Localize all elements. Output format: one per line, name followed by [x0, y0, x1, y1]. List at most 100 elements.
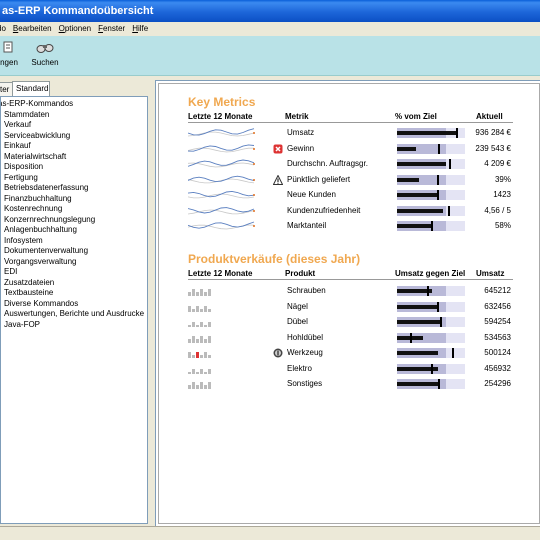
tree-item[interactable]: Anlagenbuchhaltung — [4, 225, 77, 235]
metric-current-value: 1423 — [493, 190, 511, 199]
sparkline — [188, 190, 255, 199]
tree-item[interactable]: Finanzbuchhaltung — [4, 194, 72, 204]
tab-standard[interactable]: Standard — [12, 81, 50, 96]
tree-item[interactable]: Textbausteine — [4, 288, 53, 298]
tree-item[interactable]: Betriebsdatenerfassung — [4, 183, 89, 193]
bullet-value-bar — [397, 162, 446, 166]
tree-item[interactable]: Konzernrechnungslegung — [4, 215, 95, 225]
tree-item[interactable]: Diverse Kommandos — [4, 299, 78, 309]
tree-item[interactable]: Auswertungen, Berichte und Ausdrucke — [4, 309, 144, 319]
tree-item[interactable]: EDI — [4, 267, 17, 277]
sparkline — [188, 175, 255, 183]
sparkline — [188, 128, 255, 137]
bullet-value-bar — [397, 146, 417, 151]
tree-item[interactable]: Infosystem — [4, 236, 43, 246]
search-button[interactable]: Suchen — [30, 40, 60, 67]
bullet-value-bar — [397, 193, 440, 197]
product-sales-value: 500124 — [484, 348, 511, 357]
product-name: Werkzeug — [287, 348, 323, 357]
menu-item-3[interactable]: Fenster — [98, 22, 125, 36]
bullet-target-marker — [440, 317, 443, 327]
menu-item-0[interactable]: do — [0, 22, 6, 36]
tree-item[interactable]: Kostenrechnung — [4, 204, 62, 214]
bullet-target-marker — [438, 143, 441, 154]
metric-current-value: 4 209 € — [484, 159, 511, 168]
toolbar-button-1[interactable]: ngen — [0, 40, 22, 67]
product-name: Dübel — [287, 317, 308, 326]
warning-icon — [273, 174, 283, 185]
bullet-target-marker — [449, 159, 452, 169]
filter-icon — [3, 41, 13, 53]
metric-name: Gewinn — [287, 143, 315, 153]
product-sales-value: 632456 — [484, 301, 511, 311]
tree-item[interactable]: Stammdaten — [4, 110, 49, 120]
info-icon — [273, 348, 283, 358]
toolbar-button-1-label: ngen — [0, 58, 18, 67]
bullet-value-bar — [397, 304, 438, 309]
tree-item[interactable]: Fertigung — [4, 173, 38, 183]
metric-current-value: 39% — [494, 174, 511, 184]
km-header-metric: Metrik — [285, 112, 309, 121]
product-sales-value: 534563 — [484, 332, 511, 342]
window-title-bar[interactable]: as-ERP Kommandoübersicht — [0, 0, 540, 22]
km-header-divider — [188, 122, 513, 123]
bullet-value-bar — [397, 351, 438, 355]
bullet-target-marker — [410, 332, 413, 343]
menu-item-4[interactable]: Hilfe — [132, 22, 148, 36]
bullet-target-marker — [436, 190, 439, 200]
bullet-target-marker — [438, 379, 441, 389]
tree-root[interactable]: as-ERP-Kommandos — [1, 99, 73, 109]
km-header-trend: Letzte 12 Monate — [188, 112, 253, 121]
product-sales-value: 594254 — [484, 317, 511, 326]
key-metrics-title: Key Metrics — [188, 95, 256, 109]
bullet-target-marker — [436, 174, 439, 185]
bullet-value-bar — [397, 382, 438, 386]
bullet-target-marker — [447, 205, 450, 216]
tree-item[interactable]: Java-FOP — [4, 320, 40, 330]
ps-header-sales: Umsatz — [476, 269, 505, 278]
metric-name: Durchschn. Auftragsgr. — [287, 159, 368, 168]
tree-item[interactable]: Verkauf — [4, 120, 31, 130]
product-sales-value: 645212 — [484, 286, 511, 295]
mini-bar-chart — [188, 305, 211, 312]
mini-bar-chart — [188, 368, 211, 374]
tree-item[interactable]: Dokumentenverwaltung — [4, 246, 88, 256]
metric-current-value: 936 284 € — [475, 128, 511, 137]
dashboard: Key Metrics Letzte 12 Monate Metrik % vo… — [158, 83, 540, 524]
tree-item[interactable]: Zusatzdateien — [4, 278, 54, 288]
mini-bar-chart — [188, 289, 211, 296]
menu-item-2[interactable]: Optionen — [59, 22, 91, 36]
menu-mnemonic: B — [12, 24, 19, 33]
metric-current-value: 58% — [494, 221, 511, 230]
metric-current-value: 4,56 / 5 — [484, 205, 511, 215]
tree-item[interactable]: Serviceabwicklung — [4, 131, 70, 141]
ps-header-product: Produkt — [285, 269, 316, 278]
sparkline — [188, 206, 255, 214]
km-header-pct: % vom Ziel — [395, 112, 437, 121]
menu-item-1[interactable]: Bearbeiten — [13, 22, 52, 36]
mini-bar-chart — [188, 322, 211, 327]
ps-header-divider — [188, 279, 513, 280]
product-name: Sonstiges — [287, 379, 323, 388]
menu-mnemonic: H — [132, 24, 138, 33]
product-name: Hohldübel — [287, 332, 324, 342]
main-panel: Key Metrics Letzte 12 Monate Metrik % vo… — [155, 80, 540, 526]
metric-name: Kundenzufriedenheit — [287, 205, 361, 215]
menu-mnemonic: F — [98, 24, 103, 33]
tree-item[interactable]: Disposition — [4, 162, 43, 172]
tree-item[interactable]: Vorgangsverwaltung — [4, 257, 77, 267]
bullet-target-marker — [431, 221, 434, 231]
bullet-target-marker — [455, 128, 458, 138]
metric-name: Umsatz — [287, 128, 315, 137]
product-sales-value: 254296 — [484, 379, 511, 388]
product-name: Nägel — [287, 301, 308, 311]
command-tree[interactable]: as-ERP-Kommandos Stammdaten Verkauf Service… — [0, 96, 148, 524]
bullet-target-marker — [426, 286, 429, 296]
tree-item[interactable]: Einkauf — [4, 141, 31, 151]
tree-item[interactable]: Materialwirtschaft — [4, 152, 66, 162]
sparkline — [188, 143, 255, 152]
mini-bar-chart — [188, 352, 211, 358]
bullet-value-bar — [397, 177, 420, 182]
mini-bar-chart — [188, 335, 211, 343]
menu-bar: do Bearbeiten Optionen Fenster Hilfe — [0, 22, 540, 36]
